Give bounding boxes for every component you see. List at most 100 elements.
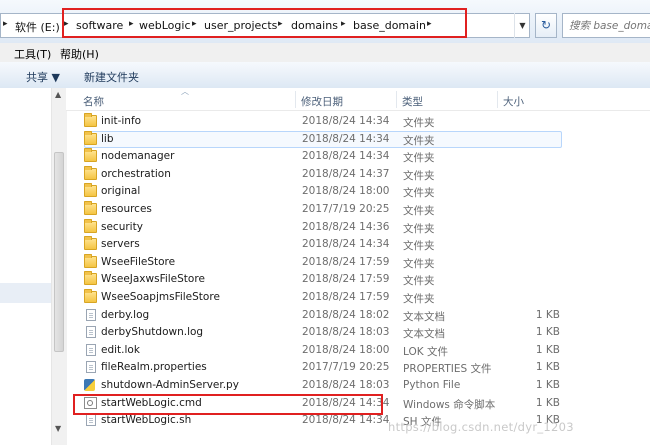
- sort-ascending-icon: ︿: [181, 87, 189, 96]
- file-date: 2018/8/24 14:37: [302, 167, 390, 180]
- breadcrumb-chevron-icon[interactable]: ▸: [3, 19, 8, 29]
- file-size: 1 KB: [535, 326, 560, 339]
- menu-tools[interactable]: 工具(T): [14, 46, 51, 62]
- file-date: 2018/8/24 18:03: [302, 326, 390, 339]
- column-divider[interactable]: [295, 91, 296, 108]
- folder-icon: [84, 218, 97, 233]
- file-row[interactable]: edit.lok 2018/8/24 18:00 LOK 文件 1 KB: [66, 342, 650, 360]
- file-name: WseeFileStore: [101, 255, 176, 268]
- file-type: 文件夹: [403, 152, 435, 165]
- file-list: ︿ 名称 修改日期 类型 大小 init-info 2018/8/24 14:34…: [66, 87, 650, 445]
- file-type: 文件夹: [403, 293, 435, 305]
- file-row[interactable]: derby.log 2018/8/24 18:02 文本文档 1 KB: [66, 307, 650, 325]
- scrollbar-thumb[interactable]: [54, 152, 64, 352]
- file-row[interactable]: init-info 2018/8/24 14:34 文件夹: [66, 113, 650, 131]
- share-button[interactable]: 共享 ▼: [26, 69, 60, 85]
- file-size: 1 KB: [535, 308, 560, 321]
- scroll-up-icon[interactable]: ▲: [55, 90, 61, 99]
- file-type: 文件夹: [403, 134, 435, 147]
- file-date: 2018/8/24 14:34: [302, 414, 390, 427]
- document-icon: [86, 361, 96, 374]
- folder-icon: [84, 236, 97, 251]
- file-row[interactable]: resources 2017/7/19 20:25 文件夹: [66, 201, 650, 219]
- folder-icon: [84, 271, 97, 286]
- column-header-size[interactable]: 大小: [503, 94, 524, 109]
- document-icon: [86, 343, 96, 356]
- file-row[interactable]: lib 2018/8/24 14:34 文件夹: [66, 130, 650, 149]
- file-name: derby.log: [101, 308, 150, 321]
- file-type: 文本文档: [403, 310, 445, 323]
- file-row[interactable]: orchestration 2018/8/24 14:37 文件夹: [66, 165, 650, 184]
- file-row[interactable]: WseeJaxwsFileStore 2018/8/24 17:59 文件夹: [66, 271, 650, 289]
- python-file-icon: [84, 379, 95, 391]
- file-name: security: [101, 220, 143, 233]
- document-icon: [86, 414, 96, 427]
- file-date: 2018/8/24 18:00: [302, 343, 390, 356]
- column-divider[interactable]: [497, 91, 498, 108]
- file-size: 1 KB: [535, 379, 560, 391]
- file-name: nodemanager: [101, 150, 175, 163]
- file-date: 2018/8/24 14:34: [302, 238, 390, 251]
- address-bar-row: ▸ 软件 (E:) ▸ software ▸ webLogic ▸ user_p…: [0, 0, 650, 43]
- file-date: 2017/7/19 20:25: [302, 203, 390, 215]
- search-box[interactable]: [562, 13, 650, 38]
- file-type: Windows 命令脚本: [403, 398, 496, 411]
- file-type: 文件夹: [403, 275, 435, 288]
- file-name: resources: [101, 203, 152, 215]
- breadcrumb-drive[interactable]: 软件 (E:): [15, 19, 60, 35]
- folder-icon: [84, 201, 97, 215]
- refresh-button[interactable]: ↻: [535, 13, 557, 38]
- document-icon: [86, 308, 96, 321]
- file-size: 1 KB: [535, 361, 560, 374]
- file-type: 文件夹: [403, 187, 435, 200]
- file-date: 2018/8/24 18:00: [302, 185, 390, 198]
- file-row[interactable]: fileRealm.properties 2017/7/19 20:25 PROPE…: [66, 359, 650, 377]
- file-name: startWebLogic.sh: [101, 414, 192, 427]
- folder-icon: [84, 130, 97, 145]
- file-row[interactable]: original 2018/8/24 18:00 文件夹: [66, 183, 650, 201]
- column-header-date[interactable]: 修改日期: [301, 94, 343, 109]
- file-type: LOK 文件: [403, 345, 448, 358]
- file-row[interactable]: WseeFileStore 2018/8/24 17:59 文件夹: [66, 253, 650, 272]
- file-type: 文件夹: [403, 205, 435, 217]
- file-date: 2018/8/24 17:59: [302, 291, 390, 303]
- file-type: 文件夹: [403, 240, 435, 253]
- highlight-path-box: [62, 8, 467, 38]
- file-type: PROPERTIES 文件: [403, 363, 492, 376]
- folder-icon: [84, 165, 97, 180]
- search-input[interactable]: [563, 14, 650, 37]
- file-name: fileRealm.properties: [101, 361, 207, 374]
- watermark-text: https://blog.csdn.net/dyr_1203: [388, 420, 574, 434]
- file-name: WseeSoapjmsFileStore: [101, 291, 220, 303]
- file-row[interactable]: servers 2018/8/24 14:34 文件夹: [66, 236, 650, 254]
- file-name: derbyShutdown.log: [101, 326, 204, 339]
- scroll-down-icon[interactable]: ▼: [55, 424, 61, 433]
- file-date: 2018/8/24 18:02: [302, 308, 390, 321]
- file-name: lib: [101, 132, 114, 145]
- column-header-type[interactable]: 类型: [402, 94, 423, 109]
- column-header-name[interactable]: 名称: [83, 94, 104, 109]
- new-folder-button[interactable]: 新建文件夹: [84, 69, 139, 85]
- file-date: 2018/8/24 14:36: [302, 220, 390, 233]
- file-type: 文本文档: [403, 328, 445, 341]
- file-date: 2018/8/24 14:34: [302, 150, 390, 163]
- menu-help[interactable]: 帮助(H): [60, 46, 99, 62]
- command-toolbar: 共享 ▼ 新建文件夹: [0, 62, 650, 89]
- file-row[interactable]: WseeSoapjmsFileStore 2018/8/24 17:59 文件夹: [66, 289, 650, 307]
- file-row[interactable]: security 2018/8/24 14:36 文件夹: [66, 218, 650, 237]
- file-name: init-info: [101, 115, 142, 127]
- file-name: servers: [101, 238, 140, 251]
- column-divider[interactable]: [396, 91, 397, 108]
- refresh-icon: ↻: [540, 18, 552, 32]
- file-type: 文件夹: [403, 169, 435, 182]
- document-icon: [86, 326, 96, 339]
- file-row[interactable]: derbyShutdown.log 2018/8/24 18:03 文本文档 1 KB: [66, 324, 650, 342]
- file-name: orchestration: [101, 167, 171, 180]
- address-history-dropdown-icon[interactable]: ▼: [514, 13, 530, 38]
- file-row[interactable]: shutdown-AdminServer.py 2018/8/24 18:03 Py…: [66, 377, 650, 395]
- file-type: 文件夹: [403, 222, 435, 235]
- navigation-scrollbar[interactable]: ▲ ▼: [51, 88, 67, 445]
- file-row[interactable]: nodemanager 2018/8/24 14:34 文件夹: [66, 148, 650, 166]
- folder-icon: [84, 113, 97, 127]
- file-type: 文件夹: [403, 117, 435, 129]
